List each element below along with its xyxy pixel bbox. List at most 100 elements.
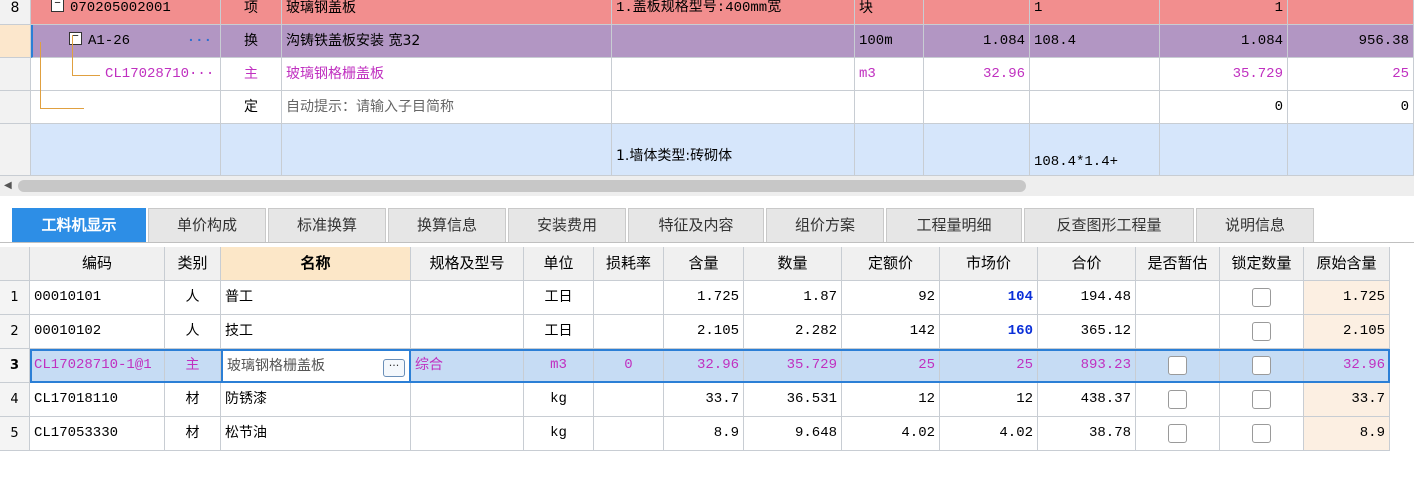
- row-index[interactable]: 4: [0, 383, 30, 417]
- quantity-cell[interactable]: 1.87: [744, 281, 842, 315]
- more-button[interactable]: ···: [187, 25, 212, 57]
- total-cell[interactable]: 893.23: [1038, 349, 1136, 383]
- loss-cell[interactable]: [594, 383, 664, 417]
- collapse-icon[interactable]: −: [51, 0, 64, 12]
- row-index[interactable]: 2: [0, 315, 30, 349]
- feature-cell[interactable]: [612, 25, 855, 58]
- type-cell[interactable]: [221, 124, 282, 176]
- header-quota-price[interactable]: 定额价: [842, 247, 940, 281]
- quota-price-cell[interactable]: 25: [842, 349, 940, 383]
- unit-cell[interactable]: [855, 91, 924, 124]
- lock-qty-checkbox[interactable]: [1252, 287, 1271, 307]
- code-cell[interactable]: CL17018110: [30, 383, 165, 417]
- unit-cell[interactable]: kg: [524, 417, 594, 451]
- total-cell[interactable]: 38.78: [1038, 417, 1136, 451]
- tab-unit-price[interactable]: 单价构成: [148, 208, 266, 242]
- category-cell[interactable]: 材: [165, 383, 221, 417]
- total-cell[interactable]: 365.12: [1038, 315, 1136, 349]
- unit-cell[interactable]: kg: [524, 383, 594, 417]
- price-cell[interactable]: 956.38: [1288, 25, 1414, 58]
- tab-quantity-detail[interactable]: 工程量明细: [886, 208, 1022, 242]
- price-cell[interactable]: 0: [1288, 91, 1414, 124]
- spec-cell[interactable]: [411, 383, 524, 417]
- lock-qty-checkbox[interactable]: [1252, 423, 1271, 443]
- table-row[interactable]: 定 自动提示：请输入子目简称 0 0: [0, 91, 1414, 124]
- qty-cell[interactable]: 108.4*1.4+: [1030, 124, 1160, 176]
- market-price-cell[interactable]: 12: [940, 383, 1038, 417]
- qty-cell[interactable]: 108.4: [1030, 25, 1160, 58]
- quantity-cell[interactable]: 36.531: [744, 383, 842, 417]
- unit-cell[interactable]: [855, 124, 924, 176]
- content-cell[interactable]: 1.725: [664, 281, 744, 315]
- price-cell[interactable]: [1288, 0, 1414, 25]
- table-row[interactable]: 8 −070205002001 项 玻璃钢盖板 1.盖板规格型号:400mm宽 …: [0, 0, 1414, 25]
- lock-qty-checkbox[interactable]: [1252, 389, 1271, 409]
- type-cell[interactable]: 主: [221, 58, 282, 91]
- spec-cell[interactable]: [411, 417, 524, 451]
- spec-cell[interactable]: 综合: [411, 349, 524, 383]
- name-cell[interactable]: 防锈漆: [221, 383, 411, 417]
- orig-content-cell[interactable]: 8.9: [1304, 417, 1390, 451]
- orig-content-cell[interactable]: 2.105: [1304, 315, 1390, 349]
- unit-cell[interactable]: m3: [524, 349, 594, 383]
- price-cell[interactable]: [1288, 124, 1414, 176]
- estimate-checkbox[interactable]: [1168, 423, 1187, 443]
- orig-content-cell[interactable]: 33.7: [1304, 383, 1390, 417]
- feature-cell[interactable]: 1.盖板规格型号:400mm宽: [612, 0, 855, 25]
- lock-qty-checkbox[interactable]: [1252, 321, 1271, 341]
- name-cell[interactable]: 沟铸铁盖板安装 宽32: [282, 25, 612, 58]
- tab-install-fee[interactable]: 安装费用: [508, 208, 626, 242]
- name-cell[interactable]: [282, 124, 612, 176]
- collapse-icon[interactable]: −: [69, 31, 82, 45]
- quota-price-cell[interactable]: 4.02: [842, 417, 940, 451]
- name-cell[interactable]: 松节油: [221, 417, 411, 451]
- name-cell[interactable]: 普工: [221, 281, 411, 315]
- quota-price-cell[interactable]: 142: [842, 315, 940, 349]
- header-quantity[interactable]: 数量: [744, 247, 842, 281]
- code-cell[interactable]: 00010101: [30, 281, 165, 315]
- tab-graphic-quantity[interactable]: 反查图形工程量: [1024, 208, 1194, 242]
- quantity-cell[interactable]: 1.084: [1160, 25, 1288, 58]
- orig-content-cell[interactable]: 1.725: [1304, 281, 1390, 315]
- tab-conversion-info[interactable]: 换算信息: [388, 208, 506, 242]
- name-editor[interactable]: 玻璃钢格栅盖板 ···: [221, 349, 411, 383]
- code-cell[interactable]: CL17028710-1@1: [30, 349, 165, 383]
- header-market-price[interactable]: 市场价: [940, 247, 1038, 281]
- spec-cell[interactable]: [411, 281, 524, 315]
- content-cell[interactable]: 8.9: [664, 417, 744, 451]
- code-cell[interactable]: −070205002001: [31, 0, 221, 25]
- type-cell[interactable]: 定: [221, 91, 282, 124]
- scrollbar-thumb[interactable]: [18, 180, 1026, 192]
- market-price-cell[interactable]: 4.02: [940, 417, 1038, 451]
- tab-standard-conversion[interactable]: 标准换算: [268, 208, 386, 242]
- row-index[interactable]: 3: [0, 349, 30, 383]
- orig-content-cell[interactable]: 32.96: [1304, 349, 1390, 383]
- category-cell[interactable]: 主: [165, 349, 221, 383]
- market-price-cell[interactable]: 104: [940, 281, 1038, 315]
- quantity-cell[interactable]: 35.729: [1160, 58, 1288, 91]
- loss-cell[interactable]: [594, 315, 664, 349]
- header-content[interactable]: 含量: [664, 247, 744, 281]
- quantity-cell[interactable]: 35.729: [744, 349, 842, 383]
- tab-features[interactable]: 特征及内容: [628, 208, 764, 242]
- row-index[interactable]: 5: [0, 417, 30, 451]
- header-orig-content[interactable]: 原始含量: [1304, 247, 1390, 281]
- type-cell[interactable]: 项: [221, 0, 282, 25]
- header-category[interactable]: 类别: [165, 247, 221, 281]
- unit-cell[interactable]: m3: [855, 58, 924, 91]
- total-cell[interactable]: 194.48: [1038, 281, 1136, 315]
- code-cell[interactable]: CL17053330: [30, 417, 165, 451]
- content-cell[interactable]: 2.105: [664, 315, 744, 349]
- table-row[interactable]: 1.墙体类型:砖砌体 108.4*1.4+: [0, 124, 1414, 176]
- name-cell[interactable]: 玻璃钢格栅盖板: [282, 58, 612, 91]
- unit-cell[interactable]: 块: [855, 0, 924, 25]
- quantity-cell[interactable]: [1160, 124, 1288, 176]
- lock-qty-checkbox[interactable]: [1252, 355, 1271, 375]
- tab-pricing-plan[interactable]: 组价方案: [766, 208, 884, 242]
- quantity-cell[interactable]: 0: [1160, 91, 1288, 124]
- content-cell[interactable]: 33.7: [664, 383, 744, 417]
- total-cell[interactable]: 438.37: [1038, 383, 1136, 417]
- table-row[interactable]: CL17028710··· 主 玻璃钢格栅盖板 m3 32.96 35.729 …: [0, 58, 1414, 91]
- market-price-cell[interactable]: 160: [940, 315, 1038, 349]
- feature-cell[interactable]: [612, 58, 855, 91]
